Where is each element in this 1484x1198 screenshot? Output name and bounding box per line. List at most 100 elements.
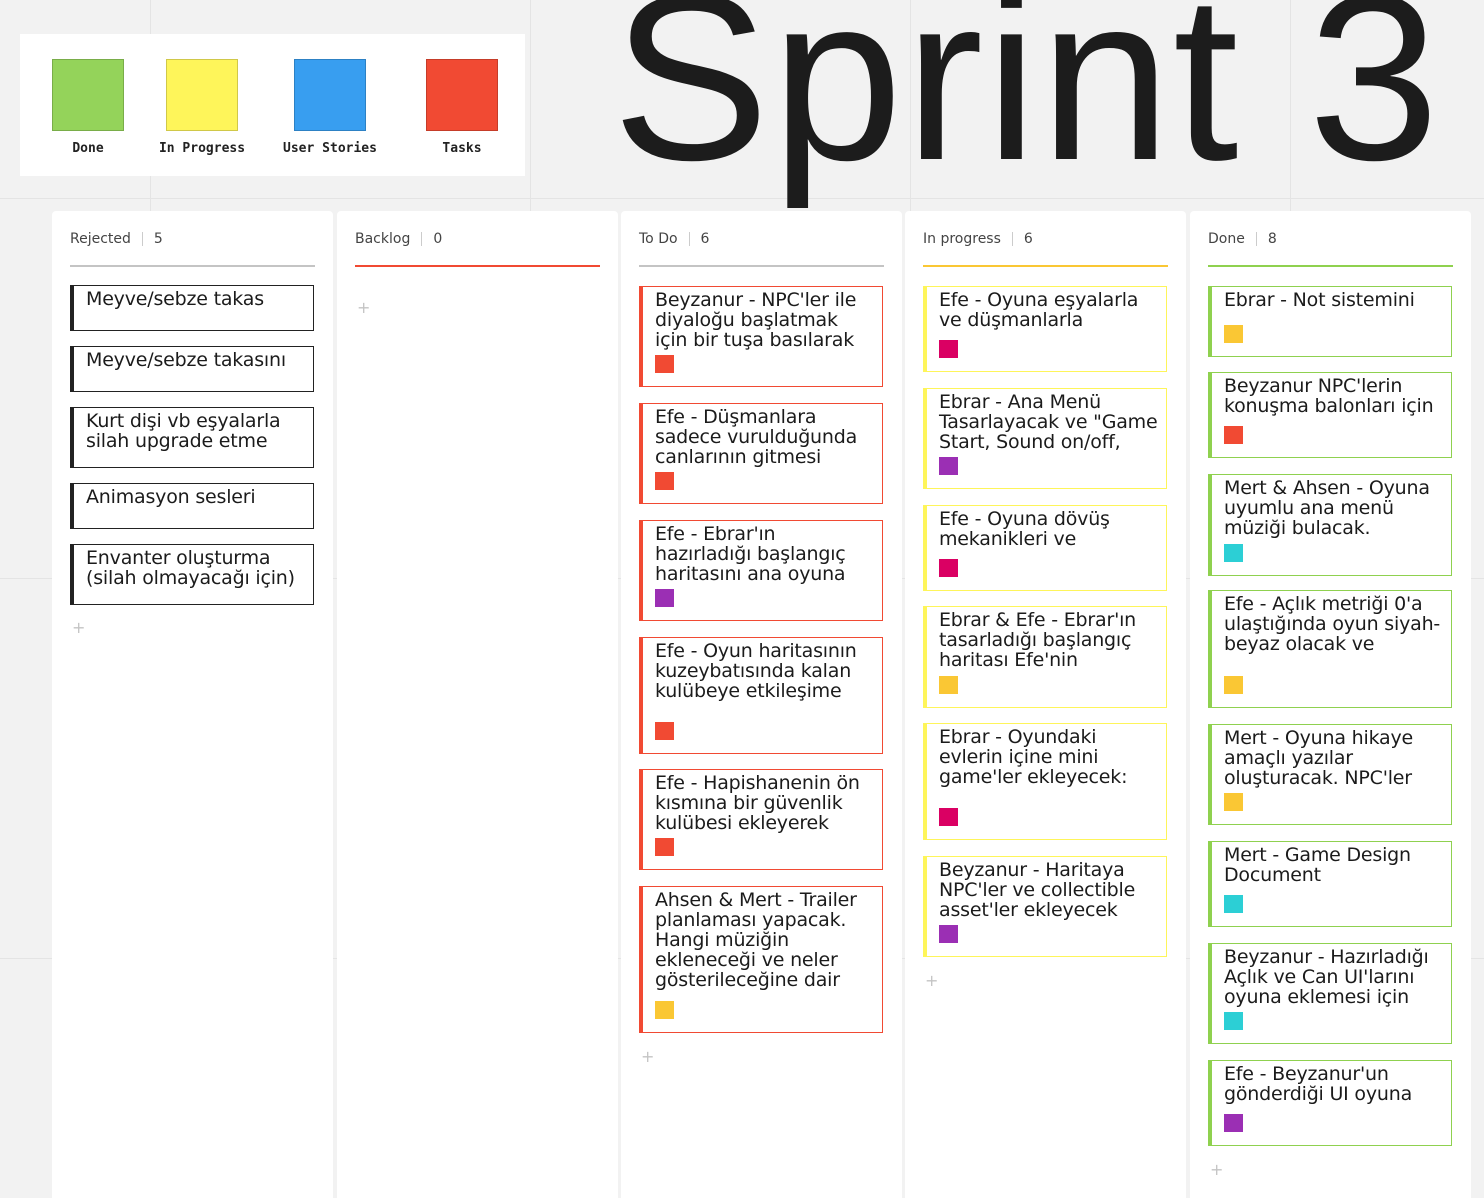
card-text: Ebrar - Oyundaki evlerin içine mini game… [939,726,1128,788]
card-tag [939,676,958,694]
task-card[interactable]: Ahsen & Mert - Trailer planlaması yapaca… [639,886,883,1033]
card-text: Ebrar - Ana Menü Tasarlayacak ve "Game S… [939,391,1158,453]
legend-item-done[interactable]: Done [28,59,148,156]
task-card[interactable]: Envanter oluşturma (silah olmayacağı içi… [70,544,314,605]
add-card-button[interactable]: + [357,300,370,316]
card-tag [939,340,958,358]
legend-item-in-progress[interactable]: In Progress [142,59,262,156]
card-text: Ebrar & Efe - Ebrar'ın tasarladığı başla… [939,609,1137,671]
color-legend: Done In Progress User Stories Tasks [20,34,525,176]
task-card[interactable]: Efe - Hapishanenin ön kısmına bir güvenl… [639,769,883,870]
task-card[interactable]: Ebrar & Efe - Ebrar'ın tasarladığı başla… [923,606,1167,708]
column-backlog: Backlog 0 + [337,211,618,1198]
card-tag [655,722,674,740]
card-tag [1224,676,1243,694]
column-divider [1208,265,1453,267]
card-text: Beyzanur - Hazırladığı Açlık ve Can UI'l… [1224,946,1429,1008]
legend-swatch-done [52,59,124,131]
legend-label-tasks: Tasks [442,141,482,156]
column-header[interactable]: In progress 6 [923,211,1168,267]
header-divider [1011,232,1013,246]
card-text: Efe - Düşmanlara sadece vurulduğunda can… [655,406,858,468]
legend-swatch-in-progress [166,59,238,131]
card-tag [1224,325,1243,343]
column-title: In progress [923,231,1001,247]
card-tag [655,355,674,373]
column-header[interactable]: Backlog 0 [355,211,600,267]
card-text: Mert - Oyuna hikaye amaçlı yazılar oluşt… [1224,727,1414,789]
card-text: Beyzanur - NPC'ler ile diyaloğu başlatma… [655,289,857,351]
column-divider [639,265,884,267]
task-card[interactable]: Meyve/sebze takas [70,285,314,331]
column-header[interactable]: Rejected 5 [70,211,315,267]
card-text: Meyve/sebze takas [86,288,264,310]
column-divider [355,265,600,267]
column-title: Rejected [70,231,131,247]
card-text: Mert & Ahsen - Oyuna uyumlu ana menü müz… [1224,477,1430,539]
task-card[interactable]: Efe - Açlık metriği 0'a ulaştığında oyun… [1208,590,1452,708]
header-divider [141,232,143,246]
add-card-button[interactable]: + [641,1049,654,1065]
header-divider [1255,232,1257,246]
task-card[interactable]: Efe - Düşmanlara sadece vurulduğunda can… [639,403,883,504]
task-card[interactable]: Ebrar - Not sistemini [1208,286,1452,357]
task-card[interactable]: Animasyon sesleri [70,483,314,529]
task-card[interactable]: Efe - Oyuna eşyalarla ve düşmanlarla [923,286,1167,372]
task-card[interactable]: Mert - Game Design Document [1208,841,1452,927]
card-text: Efe - Ebrar'ın hazırladığı başlangıç har… [655,523,846,585]
column-count: 8 [1267,231,1277,247]
card-tag [655,589,674,607]
legend-label-in-progress: In Progress [158,141,246,156]
add-card-button[interactable]: + [925,973,938,989]
column-divider [923,265,1168,267]
task-card[interactable]: Efe - Beyzanur'un gönderdiği UI oyuna [1208,1060,1452,1146]
column-in-progress: In progress 6 Efe - Oyuna eşyalarla ve düş… [905,211,1186,1198]
card-text: Ebrar - Not sistemini [1224,289,1415,311]
legend-item-user-stories[interactable]: User Stories [270,59,390,156]
card-text: Efe - Açlık metriği 0'a ulaştığında oyun… [1224,593,1441,655]
column-rejected: Rejected 5 Meyve/sebze takas Meyve/sebze ta… [52,211,333,1198]
card-text: Ahsen & Mert - Trailer planlaması yapaca… [655,889,857,991]
task-card[interactable]: Beyzanur - Hazırladığı Açlık ve Can UI'l… [1208,943,1452,1044]
column-count: 5 [153,231,163,247]
card-text: Mert - Game Design Document [1224,844,1411,886]
task-card[interactable]: Mert & Ahsen - Oyuna uyumlu ana menü müz… [1208,474,1452,576]
legend-swatch-tasks [426,59,498,131]
card-text: Beyzanur - Haritaya NPC'ler ve collectib… [939,859,1136,921]
card-text: Animasyon sesleri [86,486,256,508]
column-count: 6 [1023,231,1033,247]
card-tag [1224,1114,1243,1132]
task-card[interactable]: Efe - Oyuna dövüş mekanikleri ve [923,505,1167,591]
column-count: 0 [433,231,443,247]
task-card[interactable]: Beyzanur NPC'lerin konuşma balonları içi… [1208,372,1452,458]
task-card[interactable]: Mert - Oyuna hikaye amaçlı yazılar oluşt… [1208,724,1452,825]
task-card[interactable]: Meyve/sebze takasını [70,346,314,392]
task-card[interactable]: Efe - Ebrar'ın hazırladığı başlangıç har… [639,520,883,621]
add-card-button[interactable]: + [1210,1162,1223,1178]
card-tag [939,925,958,943]
card-text: Kurt dişi vb eşyalarla silah upgrade etm… [86,410,281,452]
legend-item-tasks[interactable]: Tasks [402,59,522,156]
task-card[interactable]: Efe - Oyun haritasının kuzeybatısında ka… [639,637,883,754]
column-header[interactable]: Done 8 [1208,211,1453,267]
card-tag [1224,895,1243,913]
card-tag [655,1001,674,1019]
task-card[interactable]: Ebrar - Ana Menü Tasarlayacak ve "Game S… [923,388,1167,489]
task-card[interactable]: Beyzanur - Haritaya NPC'ler ve collectib… [923,856,1167,957]
card-text: Efe - Hapishanenin ön kısmına bir güvenl… [655,772,860,834]
task-card[interactable]: Kurt dişi vb eşyalarla silah upgrade etm… [70,407,314,468]
card-tag [939,559,958,577]
card-text: Efe - Beyzanur'un gönderdiği UI oyuna [1224,1063,1413,1105]
column-to-do: To Do 6 Beyzanur - NPC'ler ile diyaloğu ba… [621,211,902,1198]
task-card[interactable]: Ebrar - Oyundaki evlerin içine mini game… [923,723,1167,840]
column-title: To Do [639,231,678,247]
header-divider [421,232,423,246]
column-header[interactable]: To Do 6 [639,211,884,267]
card-text: Efe - Oyuna eşyalarla ve düşmanlarla [939,289,1139,331]
legend-label-user-stories: User Stories [283,141,377,156]
card-tag [655,472,674,490]
sprint-title[interactable]: Sprint 3 [612,0,1484,196]
task-card[interactable]: Beyzanur - NPC'ler ile diyaloğu başlatma… [639,286,883,387]
card-text: Efe - Oyuna dövüş mekanikleri ve [939,508,1110,550]
add-card-button[interactable]: + [72,620,85,636]
